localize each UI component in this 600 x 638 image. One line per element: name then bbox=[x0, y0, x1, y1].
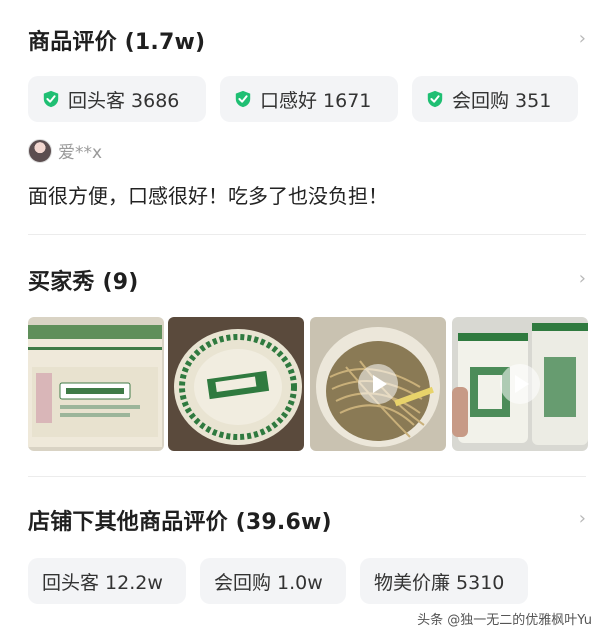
review-tag-1[interactable]: 回头客 3686 bbox=[28, 76, 206, 122]
store-tag-label: 回头客 12.2w bbox=[42, 571, 163, 594]
store-reviews-header[interactable]: 店铺下其他商品评价 (39.6w) bbox=[28, 500, 600, 540]
store-tag-3[interactable]: 物美价廉 5310 bbox=[360, 558, 528, 604]
watermark: 头条 @独一无二的优雅枫叶Yu bbox=[417, 609, 592, 628]
store-tag-1[interactable]: 回头客 12.2w bbox=[28, 558, 186, 604]
store-reviews-chevron-right-icon[interactable]: › bbox=[579, 510, 586, 528]
buyer-video-1[interactable] bbox=[310, 317, 446, 451]
watermark-text: 头条 @独一无二的优雅枫叶Yu bbox=[417, 613, 592, 628]
review-tag-label: 会回购 351 bbox=[452, 89, 552, 112]
buyer-photo-2[interactable] bbox=[168, 317, 304, 451]
buyer-show-header[interactable]: 买家秀 (9) bbox=[28, 260, 600, 300]
review-tag-label: 回头客 3686 bbox=[68, 89, 180, 112]
check-shield-icon bbox=[43, 90, 59, 108]
review-text[interactable]: 面很方便，口感很好！吃多了也没负担！ bbox=[28, 180, 388, 209]
reviewer: 爱**x bbox=[28, 138, 102, 163]
store-tag-2[interactable]: 会回购 1.0w bbox=[200, 558, 346, 604]
review-tag-3[interactable]: 会回购 351 bbox=[412, 76, 578, 122]
reviews-chevron-right-icon[interactable]: › bbox=[579, 30, 586, 48]
noodle-box-image bbox=[28, 317, 164, 451]
check-shield-icon bbox=[235, 90, 251, 108]
reviewer-name: 爱**x bbox=[58, 143, 103, 163]
check-shield-icon bbox=[427, 90, 443, 108]
noodle-cup-image bbox=[168, 317, 304, 451]
reviews-header[interactable]: 商品评价 (1.7w) bbox=[28, 20, 600, 60]
buyer-video-2[interactable] bbox=[452, 317, 588, 451]
play-icon[interactable] bbox=[500, 364, 540, 404]
reviews-title: 商品评价 (1.7w) bbox=[28, 30, 206, 55]
store-tag-label: 会回购 1.0w bbox=[214, 571, 323, 594]
review-tag-label: 口感好 1671 bbox=[260, 89, 372, 112]
avatar[interactable] bbox=[28, 138, 52, 163]
buyer-show-title: 买家秀 (9) bbox=[28, 270, 139, 295]
divider bbox=[28, 234, 586, 235]
buyer-photo-1[interactable] bbox=[28, 317, 164, 451]
divider bbox=[28, 476, 586, 477]
review-tag-2[interactable]: 口感好 1671 bbox=[220, 76, 398, 122]
play-icon[interactable] bbox=[358, 364, 398, 404]
buyer-show-chevron-right-icon[interactable]: › bbox=[579, 270, 586, 288]
store-tag-label: 物美价廉 5310 bbox=[374, 571, 505, 594]
store-reviews-title: 店铺下其他商品评价 (39.6w) bbox=[28, 510, 332, 535]
